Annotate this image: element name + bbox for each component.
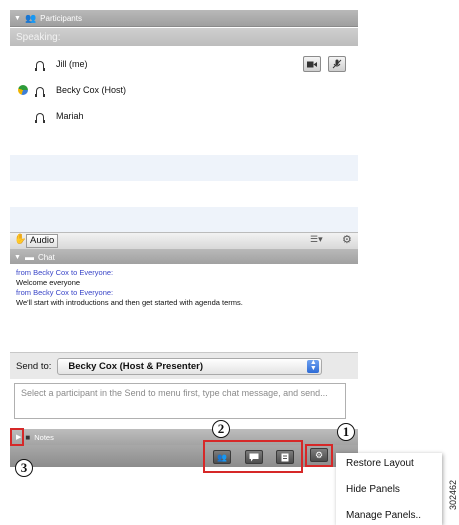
host-globe-icon <box>18 85 28 95</box>
participant-name: Jill (me) <box>56 59 88 69</box>
participants-panel-header[interactable]: ▼ 👥 Participants <box>10 10 358 27</box>
menu-item-restore-layout[interactable]: Restore Layout <box>346 458 414 469</box>
video-camera-button[interactable] <box>303 56 321 72</box>
audio-button[interactable]: Audio <box>26 234 59 248</box>
chat-message-input[interactable]: Select a participant in the Send to menu… <box>14 383 346 419</box>
figure-id-label: 302462 <box>448 479 458 510</box>
microphone-icon <box>332 59 342 69</box>
participants-icon: 👥 <box>24 12 37 23</box>
participant-row[interactable]: Mariah <box>10 103 358 129</box>
callout-2: 2 <box>212 420 230 438</box>
participants-icon: 👥 <box>217 452 227 462</box>
collapse-triangle-icon[interactable]: ▼ <box>14 15 21 22</box>
empty-list-row <box>10 155 358 181</box>
speaking-indicator: Speaking: <box>10 28 358 46</box>
gear-icon: ⚙ <box>314 449 324 460</box>
headset-icon <box>35 60 45 71</box>
participant-row[interactable]: Jill (me) <box>10 51 358 77</box>
send-to-label: Send to: <box>16 360 52 372</box>
video-camera-icon <box>307 61 317 67</box>
collapse-triangle-icon[interactable]: ▼ <box>14 254 21 261</box>
settings-gear-icon[interactable]: ⚙ <box>342 233 352 246</box>
chat-title: Chat <box>37 252 55 262</box>
headset-icon <box>35 86 45 97</box>
participant-name: Mariah <box>56 111 84 121</box>
panel-options-menu: Restore Layout Hide Panels Manage Panels… <box>336 453 442 525</box>
send-to-value: Becky Cox (Host & Presenter) <box>68 360 204 372</box>
raise-hand-icon[interactable]: ✋ <box>14 234 26 245</box>
chat-message-sender: from Becky Cox to Everyone: <box>16 288 114 297</box>
send-to-select[interactable]: Becky Cox (Host & Presenter) ▲ ▼ <box>57 357 323 375</box>
chat-bubble-icon <box>249 453 259 461</box>
expand-highlight-box <box>10 428 24 446</box>
notes-panel-header[interactable]: ▶ ■ Notes <box>10 429 358 445</box>
participants-title: Participants <box>40 13 82 23</box>
list-options-icon[interactable]: ☰▾ <box>310 234 323 245</box>
chat-message-text: Welcome everyone <box>16 278 81 287</box>
send-to-row: Send to: Becky Cox (Host & Presenter) ▲ ▼ <box>10 352 358 379</box>
chat-transcript: from Becky Cox to Everyone: Welcome ever… <box>10 264 358 348</box>
participants-panel-button[interactable]: 👥 <box>213 450 231 464</box>
menu-item-manage-panels[interactable]: Manage Panels.. <box>346 510 421 521</box>
participant-name: Becky Cox (Host) <box>56 85 127 95</box>
chat-message-sender: from Becky Cox to Everyone: <box>16 268 114 277</box>
speaking-label: Speaking: <box>16 31 61 43</box>
notes-title: Notes <box>34 432 54 442</box>
panel-options-gear-button[interactable]: ⚙ <box>310 448 328 462</box>
chat-message-text: We'll start with introductions and then … <box>16 298 243 307</box>
audio-bar: ✋ Audio ☰▾ ⚙ <box>10 232 358 250</box>
headset-icon <box>35 112 45 123</box>
empty-list-row <box>10 207 358 233</box>
select-arrows-icon: ▲ ▼ <box>307 359 320 373</box>
notes-icon <box>281 453 289 461</box>
mute-button[interactable] <box>328 56 346 72</box>
chat-panel-button[interactable] <box>245 450 263 464</box>
menu-item-hide-panels[interactable]: Hide Panels <box>346 484 400 495</box>
notes-icon: ■ <box>25 432 31 442</box>
notes-panel-button[interactable] <box>276 450 294 464</box>
chat-bubble-icon: ▬ <box>24 252 34 262</box>
participant-row[interactable]: Becky Cox (Host) <box>10 77 358 103</box>
callout-1: 1 <box>337 423 355 441</box>
callout-3: 3 <box>15 459 33 477</box>
